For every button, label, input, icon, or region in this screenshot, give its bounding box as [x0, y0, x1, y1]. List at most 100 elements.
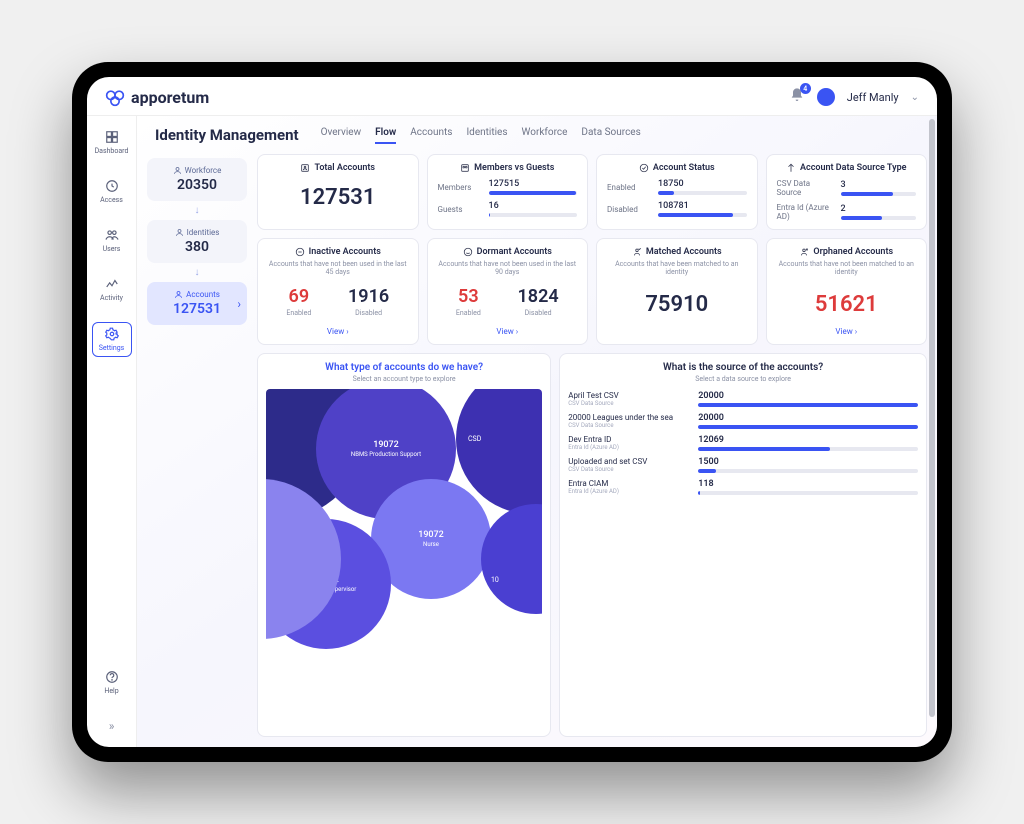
view-link[interactable]: View ›: [438, 327, 578, 336]
sidebar-item-dashboard[interactable]: Dashboard: [92, 126, 132, 159]
row-label: Enabled: [607, 183, 652, 192]
source-row[interactable]: April Test CSVCSV Data Source20000: [568, 391, 918, 407]
flow-card-value: 20350: [153, 177, 241, 193]
label: Disabled: [348, 309, 389, 317]
sidebar-item-label: Dashboard: [95, 147, 129, 155]
source-name: Entra CIAM: [568, 479, 688, 488]
card-title-text: Account Status: [653, 163, 715, 173]
flow-card-value: 127531: [153, 301, 241, 317]
sidebar-item-label: Help: [104, 687, 118, 695]
sidebar-collapse-toggle[interactable]: »: [92, 715, 132, 737]
flow-card-accounts[interactable]: Accounts 127531: [147, 282, 247, 325]
row-label: Disabled: [607, 205, 652, 214]
sidebar-item-label: Activity: [100, 294, 123, 302]
row-label: CSV Data Source: [777, 179, 835, 197]
flow-card-workforce[interactable]: Workforce 20350: [147, 158, 247, 201]
brand-name: apporetum: [131, 88, 209, 107]
source-row[interactable]: Uploaded and set CSVCSV Data Source1500: [568, 457, 918, 473]
row-label: Guests: [438, 205, 483, 214]
card-title-text: Inactive Accounts: [309, 247, 381, 257]
source-type: Entra Id (Azure AD): [568, 488, 688, 495]
stat-row-1: Total Accounts 127531 Members vs Guests …: [257, 154, 927, 230]
card-matched-accounts: Matched Accounts Accounts that have been…: [596, 238, 758, 345]
card-title-text: Orphaned Accounts: [813, 247, 893, 257]
card-title-text: Account Data Source Type: [800, 163, 906, 173]
tab-overview[interactable]: Overview: [321, 127, 362, 144]
bubble-value: 19072: [373, 440, 399, 450]
notifications-count: 4: [800, 83, 811, 94]
flow-card-identities[interactable]: Identities 380: [147, 220, 247, 263]
source-type: Entra Id (Azure AD): [568, 444, 688, 451]
tab-flow[interactable]: Flow: [375, 127, 396, 144]
bubble-label: Nurse: [423, 541, 439, 548]
page-header: Identity Management Overview Flow Accoun…: [137, 116, 937, 148]
chart-subtitle: Select an account type to explore: [266, 375, 542, 383]
brand-logo[interactable]: apporetum: [105, 87, 209, 107]
notifications-button[interactable]: 4: [789, 87, 805, 107]
source-type: CSV Data Source: [568, 400, 688, 407]
progress-bar: [698, 425, 918, 429]
progress-bar: [698, 491, 700, 495]
row-value: 2: [841, 204, 917, 214]
card-title-text: Members vs Guests: [474, 163, 554, 173]
tab-list: Overview Flow Accounts Identities Workfo…: [321, 127, 641, 144]
source-row[interactable]: 20000 Leagues under the seaCSV Data Sour…: [568, 413, 918, 429]
source-value: 1500: [698, 457, 918, 467]
chart-account-sources: What is the source of the accounts? Sele…: [559, 353, 927, 737]
top-bar-right: 4 Jeff Manly ⌄: [789, 87, 919, 107]
chevron-down-icon[interactable]: ⌄: [911, 92, 919, 103]
row-value: 108781: [658, 201, 747, 211]
view-link[interactable]: View ›: [268, 327, 408, 336]
progress-bar: [489, 191, 577, 195]
sidebar-item-label: Settings: [99, 344, 125, 352]
avatar[interactable]: [817, 88, 835, 106]
chart-account-types: What type of accounts do we have? Select…: [257, 353, 551, 737]
chart-row: What type of accounts do we have? Select…: [257, 353, 927, 737]
total-accounts-value: 127531: [268, 185, 408, 210]
sidebar-item-access[interactable]: Access: [92, 175, 132, 208]
view-link[interactable]: View ›: [777, 327, 917, 336]
tab-datasources[interactable]: Data Sources: [581, 127, 640, 144]
source-type: CSV Data Source: [568, 466, 688, 473]
flow-arrow-icon: ↓: [195, 267, 200, 278]
orphaned-value: 51621: [777, 292, 917, 317]
inactive-enabled-value: 69: [286, 286, 311, 307]
bubble-value: 10: [491, 576, 499, 584]
label: Enabled: [456, 309, 481, 317]
flow-card-label: Accounts: [186, 290, 220, 299]
progress-bar: [841, 216, 883, 220]
app-screen: apporetum 4 Jeff Manly ⌄ Dashboard: [87, 77, 937, 747]
progress-bar: [658, 191, 674, 195]
tab-accounts[interactable]: Accounts: [410, 127, 452, 144]
card-subtitle: Accounts that have not been used in the …: [438, 260, 578, 276]
tab-identities[interactable]: Identities: [466, 127, 507, 144]
sidebar-item-settings[interactable]: Settings: [92, 322, 132, 357]
sidebar-item-help[interactable]: Help: [92, 666, 132, 699]
logo-icon: [105, 87, 125, 107]
sidebar-item-users[interactable]: Users: [92, 224, 132, 257]
source-value: 20000: [698, 413, 918, 423]
scrollbar[interactable]: [929, 119, 935, 717]
sidebar-item-activity[interactable]: Activity: [92, 273, 132, 306]
progress-bar: [698, 469, 716, 473]
page-title: Identity Management: [155, 126, 299, 144]
card-dormant-accounts: Dormant Accounts Accounts that have not …: [427, 238, 589, 345]
chart-subtitle: Select a data source to explore: [568, 375, 918, 383]
tab-workforce[interactable]: Workforce: [522, 127, 568, 144]
side-nav: Dashboard Access Users Activity Settings: [87, 116, 137, 747]
source-row[interactable]: Entra CIAMEntra Id (Azure AD) 118: [568, 479, 918, 495]
source-value: 118: [698, 479, 918, 489]
bubble-chart[interactable]: 19072 NBMS Production Support 19072 Nurs…: [266, 389, 542, 728]
row-value: 18750: [658, 179, 747, 189]
source-name: Dev Entra ID: [568, 435, 688, 444]
flow-column: Workforce 20350 ↓ Identities 380 ↓ Accou…: [147, 154, 247, 737]
card-members-guests: Members vs Guests Members 127515 G: [427, 154, 589, 230]
card-title-text: Matched Accounts: [646, 247, 722, 257]
source-row[interactable]: Dev Entra IDEntra Id (Azure AD) 12069: [568, 435, 918, 451]
source-value: 20000: [698, 391, 918, 401]
bubble-small[interactable]: 10: [481, 504, 542, 614]
flow-card-label: Workforce: [185, 166, 222, 175]
card-data-source-type: Account Data Source Type CSV Data Source…: [766, 154, 928, 230]
source-value: 12069: [698, 435, 918, 445]
dormant-disabled-value: 1824: [518, 286, 559, 307]
